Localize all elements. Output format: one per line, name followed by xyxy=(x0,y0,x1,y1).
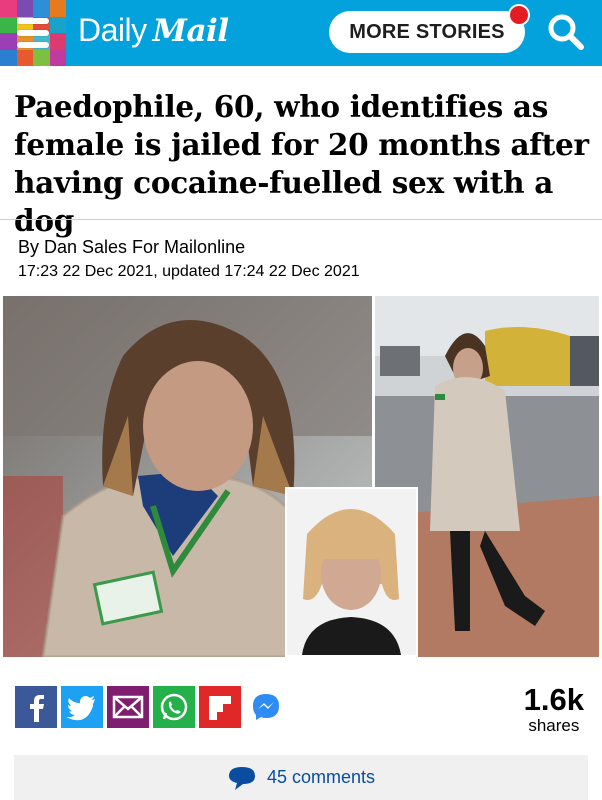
facebook-share-button[interactable] xyxy=(15,686,57,728)
notification-dot xyxy=(508,4,530,26)
more-stories-button[interactable]: MORE STORIES xyxy=(329,11,525,53)
whatsapp-share-button[interactable] xyxy=(153,686,195,728)
messenger-share-button[interactable] xyxy=(245,686,287,728)
byline: By Dan Sales For Mailonline xyxy=(18,237,246,257)
top-bar: Daily Mail MORE STORIES xyxy=(0,0,602,66)
daily-mail-logo[interactable]: Daily Mail xyxy=(78,12,229,52)
flipboard-icon xyxy=(209,696,231,720)
shares-counter: 1.6k shares xyxy=(524,683,584,735)
twitter-icon xyxy=(66,696,95,721)
twitter-share-button[interactable] xyxy=(61,686,103,728)
email-share-button[interactable] xyxy=(107,686,149,728)
comments-button[interactable]: 45 comments xyxy=(14,755,588,800)
shares-number: 1.6k xyxy=(523,682,584,717)
comments-count-label: 45 comments xyxy=(266,767,376,787)
comment-bubble-icon xyxy=(228,766,255,790)
share-buttons-row xyxy=(15,686,287,732)
shares-label: shares xyxy=(528,716,580,735)
divider xyxy=(0,219,602,220)
article-headline: Paedophile, 60, who identifies as female… xyxy=(14,89,589,238)
email-icon xyxy=(112,695,144,719)
logo-daily-text: Daily xyxy=(78,12,147,48)
menu-icon[interactable] xyxy=(14,14,52,52)
whatsapp-icon xyxy=(160,693,188,721)
timestamp: 17:23 22 Dec 2021, updated 17:24 22 Dec … xyxy=(18,263,360,280)
inset-mugshot-photo[interactable] xyxy=(285,487,418,657)
search-icon[interactable] xyxy=(546,12,586,52)
logo-mail-text: Mail xyxy=(152,13,229,49)
flipboard-share-button[interactable] xyxy=(199,686,241,728)
messenger-icon xyxy=(253,694,279,720)
facebook-icon xyxy=(30,695,44,722)
